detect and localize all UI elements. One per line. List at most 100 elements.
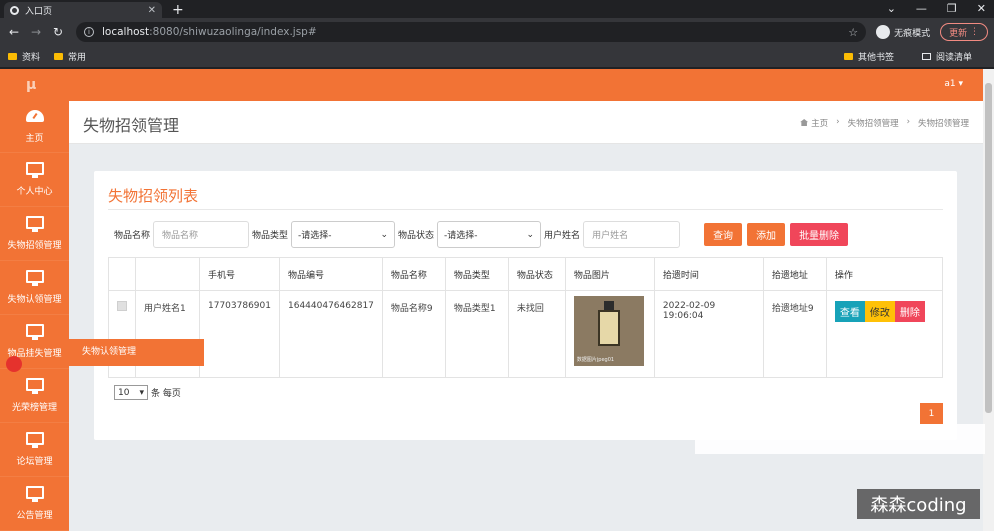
browser-tab[interactable]: 入口页 ✕: [4, 2, 162, 18]
sidebar-item-home[interactable]: 主页: [0, 101, 69, 153]
bookmark-label: 阅读清单: [935, 53, 972, 63]
page-scrollbar[interactable]: [983, 69, 994, 531]
user-name-label: 用户姓名: [544, 231, 581, 241]
list-card: 失物招领列表 物品名称 物品名称 物品类型 -请选择- ⌄ 物品状态 -请选择- ⌄…: [94, 171, 957, 440]
breadcrumb: 主页 › 失物招领管理 › 失物招领管理: [800, 117, 969, 129]
bookmark-folder[interactable]: 资料: [8, 50, 40, 63]
item-name-input[interactable]: 物品名称: [153, 221, 250, 248]
sidebar-item-label: 光荣榜管理: [11, 403, 57, 413]
tab-search-icon[interactable]: ⌄: [887, 2, 896, 15]
sidebar-item-label: 论坛管理: [16, 457, 53, 467]
row-checkbox[interactable]: [117, 301, 127, 311]
sidebar-item-label: 公告管理: [16, 511, 53, 521]
monitor-icon: [25, 432, 44, 448]
info-icon[interactable]: i: [84, 27, 94, 37]
sidebar-item-label: 失物招领管理: [7, 241, 62, 251]
header-address: 拾遗地址: [762, 257, 827, 291]
select-value: -请选择-: [298, 231, 332, 241]
reading-list[interactable]: 阅读清单: [921, 50, 972, 63]
card-title: 失物招领列表: [108, 187, 199, 205]
cell-item-no: 164440476462817: [279, 290, 383, 378]
batch-delete-button[interactable]: 批量删除: [790, 223, 849, 246]
sidebar-item-honor[interactable]: 光荣榜管理: [0, 369, 69, 423]
bookmarks-bar: 资料 常用 其他书签 阅读清单: [0, 46, 994, 68]
header-user: [135, 257, 200, 291]
forward-icon[interactable]: →: [28, 25, 44, 39]
item-type-label: 物品类型: [252, 231, 289, 241]
sidebar-item-label: 个人中心: [16, 187, 53, 197]
add-button[interactable]: 添加: [747, 223, 786, 246]
delete-button[interactable]: 删除: [894, 301, 925, 322]
sidebar-item-claim[interactable]: 失物认领管理: [0, 261, 69, 315]
breadcrumb-separator: ›: [836, 117, 840, 127]
sidebar-item-label: 失物认领管理: [7, 295, 62, 305]
new-tab-button[interactable]: +: [172, 2, 184, 18]
sidebar-item-forum[interactable]: 论坛管理: [0, 423, 69, 477]
bookmark-folder[interactable]: 常用: [54, 50, 86, 63]
app-logo[interactable]: μ: [26, 77, 36, 93]
divider: [108, 209, 943, 210]
item-name-label: 物品名称: [114, 231, 151, 241]
user-menu[interactable]: a1 ▾: [944, 79, 963, 89]
monitor-icon: [25, 162, 44, 178]
page-size-suffix: 条 每页: [151, 389, 181, 399]
monitor-icon: [25, 486, 44, 502]
item-status-select[interactable]: -请选择- ⌄: [437, 221, 542, 248]
cell-address: 拾遗地址9: [762, 290, 827, 378]
sidebar-flyout-claim[interactable]: 失物认领管理: [69, 339, 204, 366]
close-window-button[interactable]: ✕: [977, 2, 986, 15]
page-header: 失物招领管理 主页 › 失物招领管理 › 失物招领管理: [69, 101, 983, 144]
reading-list-icon: [921, 53, 931, 60]
header-item-no: 物品编号: [279, 257, 383, 291]
table-row: 用户姓名1 17703786901 164440476462817 物品名称9 …: [108, 290, 944, 378]
cell-time: 2022-02-09 19:06:04: [653, 290, 764, 378]
overlay-patch: [695, 424, 985, 454]
edit-button[interactable]: 修改: [864, 301, 895, 322]
cell-actions: 查看 修改 删除: [825, 290, 944, 378]
header-checkbox-cell: [108, 257, 136, 291]
sidebar-item-notice[interactable]: 公告管理: [0, 477, 69, 531]
scrollbar-thumb[interactable]: [985, 83, 992, 413]
cursor-indicator: [6, 356, 22, 372]
item-type-select[interactable]: -请选择- ⌄: [291, 221, 396, 248]
window-controls: ⌄ — ❐ ✕: [887, 2, 986, 15]
chevron-down-icon: ⌄: [380, 229, 389, 240]
app-page: μ a1 ▾ 主页 个人中心 失物招领管理 失物认领管理 物品挂失管理 光荣榜管…: [0, 69, 994, 531]
header-actions: 操作: [825, 257, 944, 291]
query-button[interactable]: 查询: [704, 223, 743, 246]
page-number-button[interactable]: 1: [920, 403, 943, 424]
item-status-label: 物品状态: [398, 231, 435, 241]
address-bar[interactable]: i localhost :8080/shiwuzaolinga/index.js…: [76, 22, 867, 42]
tab-close-icon[interactable]: ✕: [148, 5, 156, 16]
breadcrumb-home[interactable]: 主页: [800, 117, 828, 129]
minimize-button[interactable]: —: [916, 2, 927, 15]
incognito-label: 无痕模式: [894, 28, 931, 39]
chevron-down-icon: ⌄: [526, 229, 535, 240]
reload-icon[interactable]: ↻: [50, 25, 66, 39]
incognito-indicator[interactable]: 无痕模式: [876, 25, 930, 39]
user-name-input[interactable]: 用户姓名: [583, 221, 681, 248]
header-item-name: 物品名称: [381, 257, 446, 291]
item-photo[interactable]: 数据图片jpeg01: [573, 296, 644, 366]
sidebar-item-label: 主页: [25, 133, 44, 144]
page-size-select[interactable]: 10 ▾: [114, 385, 148, 400]
bookmark-star-icon[interactable]: ☆: [848, 26, 858, 39]
incognito-icon: [876, 25, 891, 39]
page-size-control: 10 ▾ 条 每页: [114, 385, 181, 400]
header-status: 物品状态: [507, 257, 566, 291]
monitor-icon: [25, 216, 44, 232]
other-bookmarks[interactable]: 其他书签: [843, 50, 894, 63]
restore-button[interactable]: ❐: [947, 2, 957, 15]
breadcrumb-item[interactable]: 失物招领管理: [848, 117, 899, 129]
back-icon[interactable]: ←: [6, 25, 22, 39]
view-button[interactable]: 查看: [834, 301, 865, 322]
cell-status: 未找回: [507, 290, 566, 378]
browser-tabbar: 入口页 ✕ + ⌄ — ❐ ✕: [0, 0, 994, 18]
update-button[interactable]: 更新 ⋮: [940, 23, 988, 41]
bookmark-label: 常用: [68, 53, 87, 63]
sidebar-item-profile[interactable]: 个人中心: [0, 153, 69, 207]
sidebar-item-lost-found[interactable]: 失物招领管理: [0, 207, 69, 261]
globe-icon: [10, 5, 19, 15]
tab-title: 入口页: [25, 6, 53, 17]
bookmark-label: 资料: [22, 53, 41, 63]
